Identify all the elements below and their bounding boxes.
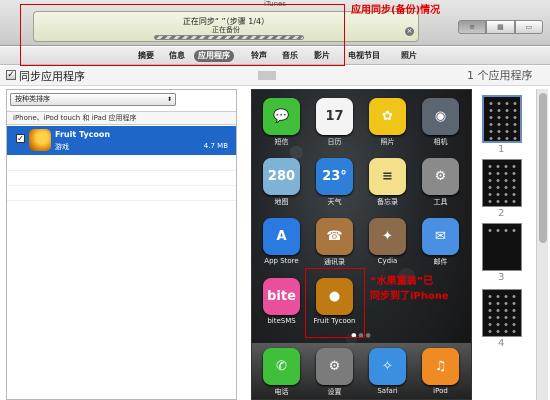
home-screen-preview[interactable]: 💬 短信 17 日历 ✿ 照片 ◉ 相机 280 地图 23° 天气 ≡ 备忘录 ⚙ 工具 A App Store… [251, 89, 472, 400]
contacts-icon: ☎ [316, 218, 353, 255]
divider [7, 185, 236, 186]
app-label: 相机 [433, 138, 448, 146]
app-maps[interactable]: 280 地图 [254, 158, 304, 208]
weather-icon: 23° [316, 158, 353, 195]
app-label: 照片 [380, 138, 395, 146]
select-arrow-icon: ⬍ [166, 96, 172, 103]
safari-icon: ✧ [369, 348, 406, 385]
app-row-size: 4.7 MB [203, 142, 228, 150]
notes-icon: ≡ [369, 158, 406, 195]
app-phone[interactable]: ✆ 电话 [254, 348, 304, 398]
camera-icon: ◉ [422, 98, 459, 135]
page-number: 1 [498, 144, 505, 155]
view-buttons: ≡ ▦ ▭ [458, 20, 543, 34]
sort-select[interactable]: 按种类排序 ⬍ [10, 93, 176, 106]
scrollbar-thumb[interactable] [539, 93, 547, 243]
app-label: 邮件 [433, 258, 448, 266]
maps-icon: 280 [263, 158, 300, 195]
app-row-name: Fruit Tycoon [55, 130, 111, 139]
app-count: 1 个应用程序 [467, 69, 533, 82]
sync-apps-label: 同步应用程序 [19, 70, 85, 83]
app-label: biteSMS [267, 317, 296, 325]
app-safari[interactable]: ✧ Safari [360, 348, 410, 398]
app-label: 工具 [433, 198, 448, 206]
app-label: iPod [433, 387, 448, 395]
app-weather[interactable]: 23° 天气 [307, 158, 357, 208]
page-number: 3 [498, 272, 505, 283]
app-row-category: 游戏 [55, 143, 69, 151]
app-mail[interactable]: ✉ 邮件 [413, 218, 463, 268]
cydia-icon: ✦ [369, 218, 406, 255]
annotation-box-app [305, 268, 365, 338]
app-list-header: iPhone、iPod touch 和 iPad 应用程序 [7, 111, 236, 125]
annotation-fruit-line1: “水果富翁”已 [370, 276, 434, 287]
app-app-store[interactable]: A App Store [254, 218, 304, 268]
ipod-icon: ♫ [422, 348, 459, 385]
app-label: 日历 [327, 138, 342, 146]
page-number: 2 [498, 208, 505, 219]
app-cydia[interactable]: ✦ Cydia [360, 218, 410, 268]
app-row-fruit-tycoon[interactable]: ✓ Fruit Tycoon 游戏 4.7 MB [7, 126, 236, 155]
app-photos[interactable]: ✿ 照片 [360, 98, 410, 148]
sync-apps-checkbox[interactable]: ✓ [6, 70, 16, 80]
thumb-grid [486, 293, 520, 335]
mail-icon: ✉ [422, 218, 459, 255]
app-notes[interactable]: ≡ 备忘录 [360, 158, 410, 208]
app-bitesms[interactable]: bite biteSMS [254, 278, 304, 328]
fruit-tycoon-icon [29, 129, 51, 151]
app-contacts[interactable]: ☎ 通讯录 [307, 218, 357, 268]
app-settings[interactable]: ⚙ 设置 [307, 348, 357, 398]
bitesms-icon: bite [263, 278, 300, 315]
calendar-icon: 17 [316, 98, 353, 135]
app-label: 短信 [274, 138, 289, 146]
sort-value: 按种类排序 [15, 95, 50, 103]
page-thumb-3[interactable] [482, 223, 522, 271]
annotation-box-status [20, 4, 345, 66]
app-row-checkbox[interactable]: ✓ [16, 134, 25, 143]
app-tools[interactable]: ⚙ 工具 [413, 158, 463, 208]
cancel-sync-icon[interactable]: × [405, 27, 414, 36]
app-message[interactable]: 💬 短信 [254, 98, 304, 148]
tab-photos[interactable]: 照片 [397, 50, 421, 62]
app-label: 备忘录 [377, 198, 398, 206]
phone-icon: ✆ [263, 348, 300, 385]
grid-view-icon[interactable]: ▦ [486, 20, 515, 34]
app-label: 天气 [327, 198, 342, 206]
photos-icon: ✿ [369, 98, 406, 135]
settings-icon: ⚙ [316, 348, 353, 385]
coverflow-view-icon[interactable]: ▭ [514, 20, 543, 34]
tab-tv-shows[interactable]: 电视节目 [344, 50, 384, 62]
list-view-icon[interactable]: ≡ [458, 20, 487, 34]
divider [7, 170, 236, 171]
app-label: 地图 [274, 198, 289, 206]
app-label: Safari [377, 387, 398, 395]
message-icon: 💬 [263, 98, 300, 135]
app-label: 通讯录 [324, 258, 345, 266]
scrollbar[interactable] [536, 89, 548, 400]
annotation-fruit-line2: 同步到了iPhone [370, 291, 449, 302]
page-thumb-1[interactable] [482, 95, 522, 143]
page-thumbnails: 1 2 3 4 [478, 89, 530, 400]
app-ipod[interactable]: ♫ iPod [413, 348, 463, 398]
redacted-block [258, 71, 276, 80]
thumb-grid [486, 163, 520, 205]
app-label: App Store [264, 257, 299, 265]
thumb-grid [487, 100, 521, 142]
tools-icon: ⚙ [422, 158, 459, 195]
page-thumb-4[interactable] [482, 289, 522, 337]
app-camera[interactable]: ◉ 相机 [413, 98, 463, 148]
app-label: 设置 [327, 388, 342, 396]
app-label: Cydia [377, 257, 398, 265]
page-thumb-2[interactable] [482, 159, 522, 207]
app-store-icon: A [263, 218, 300, 255]
page-number: 4 [498, 338, 505, 349]
divider [7, 200, 236, 201]
annotation-sync-status: 应用同步(备份)情况 [351, 5, 441, 16]
app-label: 电话 [274, 388, 289, 396]
app-calendar[interactable]: 17 日历 [307, 98, 357, 148]
thumb-grid [486, 227, 520, 235]
